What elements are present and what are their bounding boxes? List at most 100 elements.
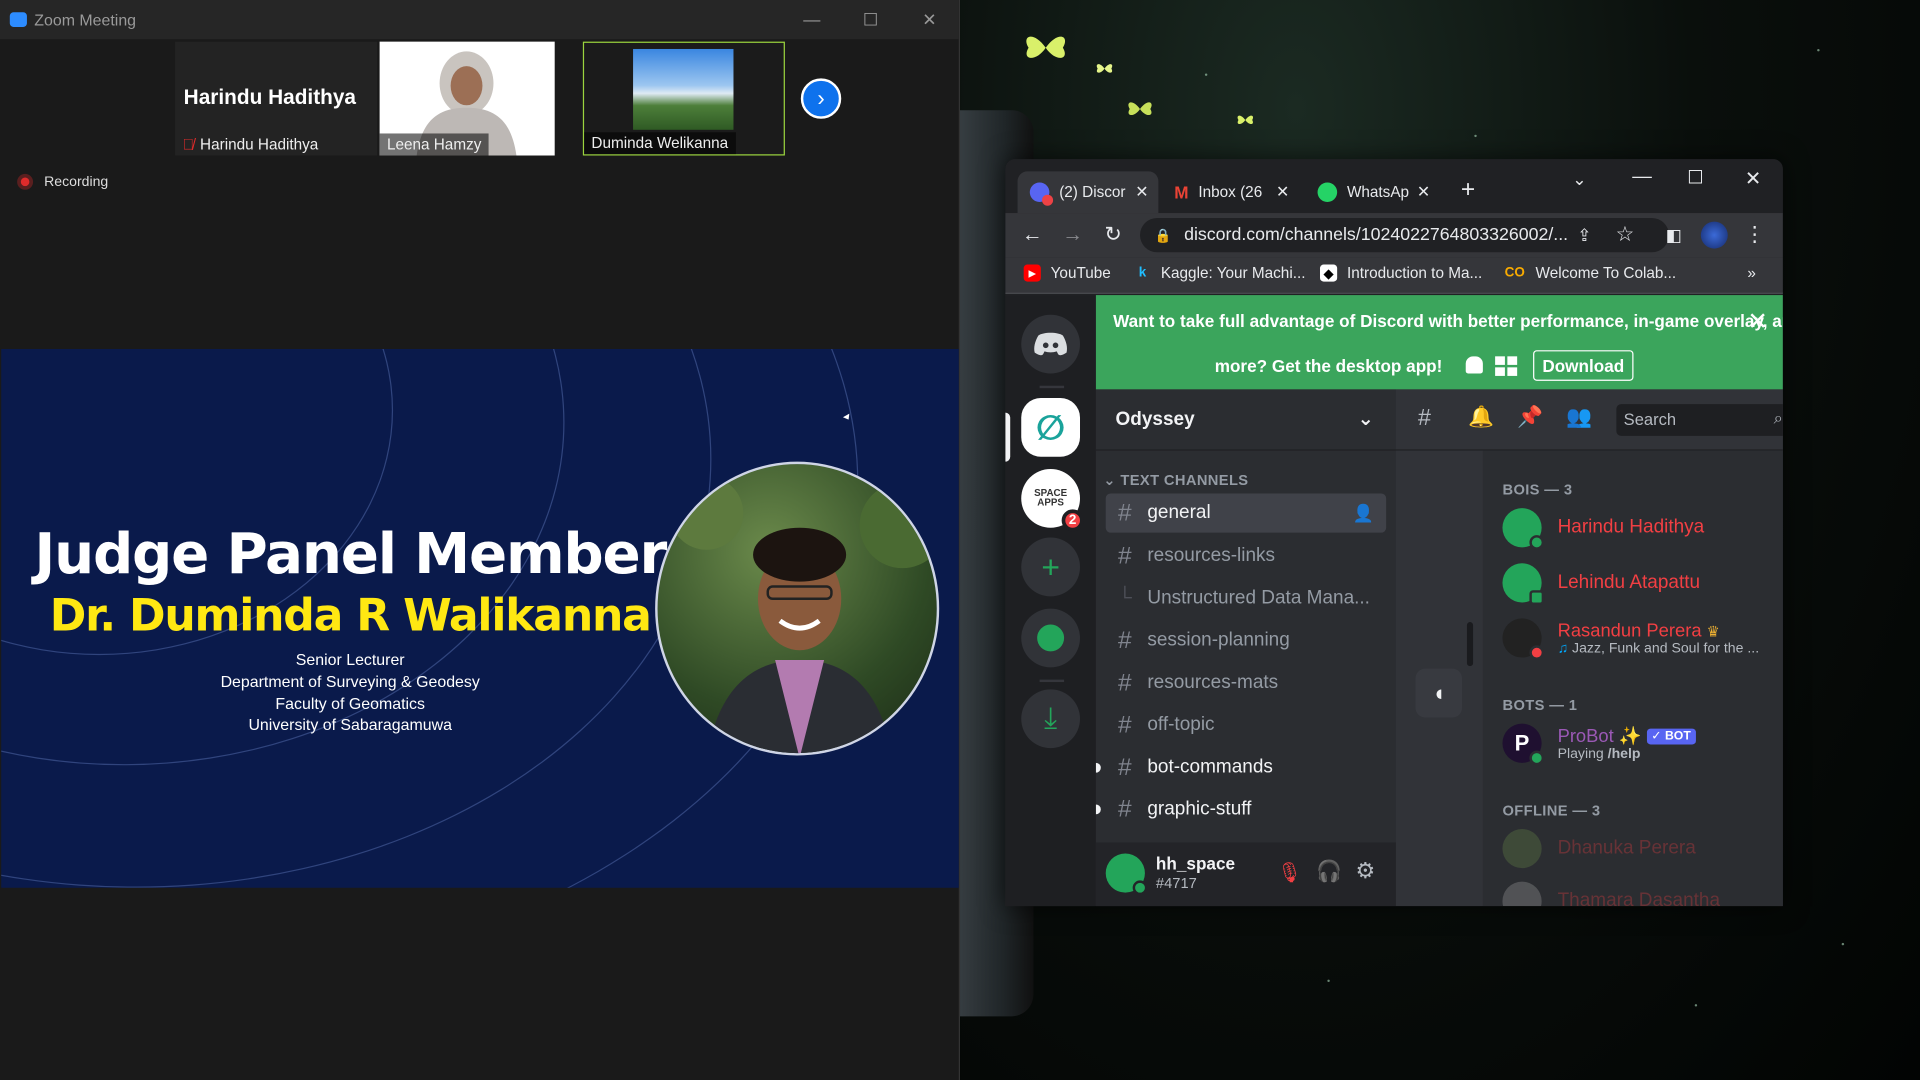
slide-line: Faculty of Geomatics: [275, 694, 425, 713]
channel-sidebar: Odyssey ⌄ ⌄ TEXT CHANNELS # general 👤 # res…: [1095, 389, 1396, 907]
close-tab-icon[interactable]: ✕: [1276, 182, 1289, 202]
member-list-icon[interactable]: 👥: [1566, 405, 1592, 429]
add-server-button[interactable]: +: [1021, 537, 1081, 597]
slide-line: Department of Surveying & Geodesy: [220, 672, 480, 691]
unread-pip: [1095, 804, 1101, 815]
bookmark-label: Introduction to Ma...: [1346, 264, 1483, 282]
server-header[interactable]: Odyssey ⌄: [1095, 389, 1396, 451]
user-avatar[interactable]: [1105, 853, 1148, 896]
recording-indicator[interactable]: Recording: [17, 173, 108, 190]
settings-gear-icon[interactable]: ⚙: [1356, 858, 1376, 884]
channel-graphic-stuff[interactable]: # graphic-stuff: [1095, 790, 1386, 829]
channel-resources-links[interactable]: # resources-links: [1106, 536, 1386, 575]
server-odyssey[interactable]: ∅: [1021, 397, 1081, 457]
pinned-messages-icon[interactable]: 📌: [1517, 405, 1543, 429]
forward-icon[interactable]: →: [1058, 220, 1087, 249]
chrome-window: (2) Discor ✕ M Inbox (26 ✕ WhatsAp ✕ + ⌄…: [1005, 159, 1783, 907]
member-name: Thamara Dasantha: [1557, 890, 1721, 907]
next-page-button[interactable]: ›: [800, 78, 842, 119]
menu-kebab-icon[interactable]: ⋮: [1740, 220, 1769, 249]
whatsapp-icon: [1317, 182, 1338, 203]
plus-icon: +: [1041, 547, 1060, 585]
tab-search-button[interactable]: ⌄: [1572, 169, 1586, 190]
member-status: Jazz, Funk and Soul for the ...: [1572, 641, 1760, 656]
username: hh_space: [1155, 853, 1236, 874]
minimize-button[interactable]: —: [1632, 167, 1652, 189]
side-panel-icon[interactable]: ◧: [1659, 220, 1688, 249]
close-button[interactable]: ✕: [901, 0, 957, 39]
butterfly-icon: [1237, 115, 1254, 125]
bookmark-intro[interactable]: ◆ Introduction to Ma...: [1320, 264, 1483, 282]
member-item[interactable]: Dhanuka Perera: [1502, 824, 1778, 873]
reload-icon[interactable]: ↻: [1098, 220, 1127, 249]
slide-title: Judge Panel Member: [34, 520, 667, 587]
member-item[interactable]: Thamara Dasantha: [1502, 877, 1778, 907]
participant-name: Duminda Welikanna: [584, 132, 736, 155]
channel-session-planning[interactable]: # session-planning: [1106, 621, 1386, 660]
selected-server-pill: [1005, 412, 1011, 462]
server-space-apps[interactable]: SPACE APPS 2: [1021, 468, 1084, 532]
bookmark-label: Kaggle: Your Machi...: [1160, 264, 1306, 282]
member-status: /help: [1607, 746, 1641, 762]
channel-resources-mats[interactable]: # resources-mats: [1106, 664, 1386, 703]
headphones-icon[interactable]: 🎧: [1316, 860, 1342, 884]
member-item[interactable]: Rasandun Perera ♛ ♫ Jazz, Funk and Soul …: [1502, 613, 1778, 662]
mic-muted-icon: 🎙̸: [182, 135, 194, 154]
participant-tile-active[interactable]: Duminda Welikanna: [582, 41, 785, 156]
back-icon[interactable]: ←: [1018, 220, 1047, 249]
tab-gmail[interactable]: M Inbox (26 ✕: [1162, 171, 1299, 213]
close-banner-icon[interactable]: ✕: [1747, 306, 1768, 337]
channel-label: resources-mats: [1147, 672, 1279, 694]
download-apps-button[interactable]: ⤓: [1021, 689, 1081, 749]
maximize-button[interactable]: ☐: [842, 0, 898, 39]
member-item[interactable]: P ProBot ✨ ✓ BOT Playing /help: [1502, 719, 1778, 768]
minimize-button[interactable]: —: [784, 0, 840, 39]
scrollbar-thumb[interactable]: [1466, 622, 1474, 667]
member-item[interactable]: Harindu Hadithya: [1502, 503, 1778, 552]
zoom-logo-icon: [9, 12, 27, 27]
bookmark-colab[interactable]: CO Welcome To Colab...: [1504, 264, 1677, 281]
download-button[interactable]: Download: [1533, 350, 1634, 381]
hash-icon: #: [1117, 498, 1132, 526]
kaggle-icon: k: [1138, 265, 1147, 281]
bookmarks-bar: ▶ YouTube k Kaggle: Your Machi... ◆ Introdu…: [1005, 257, 1783, 294]
participant-display-name: Harindu Hadithya: [183, 85, 357, 109]
close-tab-icon[interactable]: ✕: [1417, 182, 1430, 202]
member-name: ProBot: [1557, 725, 1614, 747]
channel-off-topic[interactable]: # off-topic: [1106, 705, 1386, 744]
mute-mic-icon[interactable]: 🎙: [1277, 861, 1302, 885]
create-invite-icon[interactable]: 👤: [1353, 503, 1374, 524]
participant-tile[interactable]: Leena Hamzy: [379, 41, 555, 156]
lock-icon: 🔒: [1154, 228, 1172, 244]
screen: Zoom Meeting — ☐ ✕ Harindu Hadithya 🎙̸ H…: [0, 0, 1920, 1080]
profile-avatar[interactable]: [1700, 221, 1728, 249]
channel-label: Unstructured Data Mana...: [1147, 587, 1370, 609]
bookmark-youtube[interactable]: ▶ YouTube: [1023, 264, 1111, 282]
tab-whatsapp[interactable]: WhatsAp ✕: [1305, 171, 1440, 213]
threads-icon[interactable]: #: [1418, 405, 1431, 432]
share-icon[interactable]: ⇪: [1570, 220, 1599, 249]
more-bookmarks-button[interactable]: »: [1747, 264, 1756, 281]
participant-tile[interactable]: Harindu Hadithya 🎙̸ Harindu Hadithya: [175, 41, 378, 156]
search-input[interactable]: Search ⌕: [1616, 404, 1783, 436]
new-tab-button[interactable]: +: [1461, 176, 1475, 204]
discord-home-button[interactable]: [1021, 314, 1081, 374]
bookmark-kaggle[interactable]: k Kaggle: Your Machi...: [1134, 264, 1306, 281]
channel-general[interactable]: # general 👤: [1105, 493, 1387, 533]
notification-bell-icon[interactable]: 🔔: [1468, 405, 1494, 429]
zoom-window: Zoom Meeting — ☐ ✕ Harindu Hadithya 🎙̸ H…: [0, 0, 961, 1080]
tab-discord[interactable]: (2) Discor ✕: [1017, 171, 1159, 214]
close-button[interactable]: ✕: [1745, 167, 1761, 191]
close-tab-icon[interactable]: ✕: [1135, 182, 1148, 202]
discord-logo-icon: [1034, 332, 1067, 356]
message-input-add-button[interactable]: ◖: [1415, 668, 1463, 718]
browser-toolbar: ← → ↻ 🔒 discord.com/channels/10240227648…: [1005, 213, 1783, 258]
bookmark-star-icon[interactable]: ☆: [1610, 220, 1639, 249]
channel-bot-commands[interactable]: # bot-commands: [1095, 748, 1386, 787]
channel-category[interactable]: ⌄ TEXT CHANNELS: [1103, 471, 1248, 488]
member-item[interactable]: Lehindu Atapattu: [1502, 558, 1778, 607]
chevron-right-icon: ›: [817, 85, 825, 111]
thread-unstructured-data[interactable]: └ Unstructured Data Mana...: [1106, 579, 1386, 618]
maximize-button[interactable]: ☐: [1687, 167, 1703, 189]
explore-servers-button[interactable]: [1021, 608, 1081, 668]
